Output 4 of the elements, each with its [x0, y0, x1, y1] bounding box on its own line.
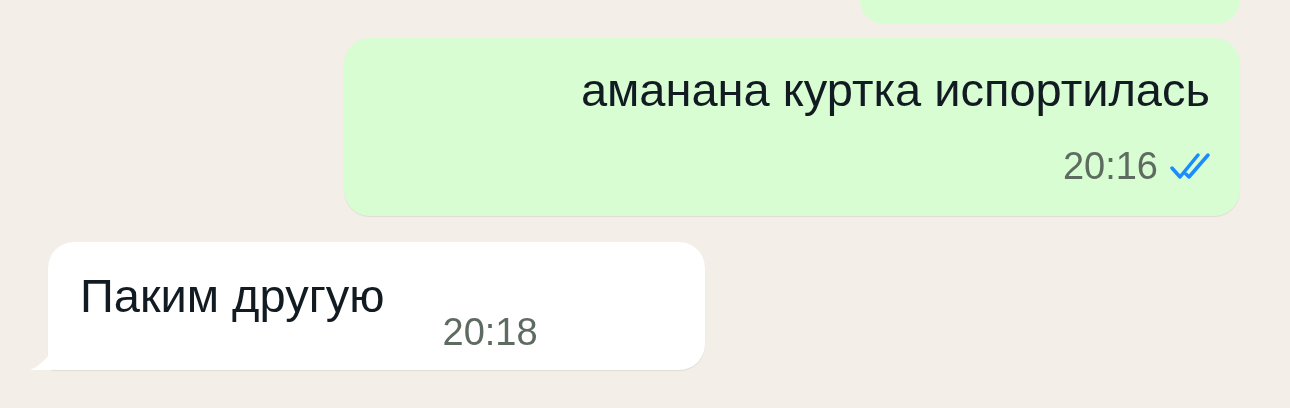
message-time: 20:18	[442, 310, 538, 354]
message-time: 20:16	[1062, 144, 1158, 188]
message-text: аманана куртка испортилась	[580, 62, 1210, 118]
message-text: Паким другую	[80, 268, 385, 324]
